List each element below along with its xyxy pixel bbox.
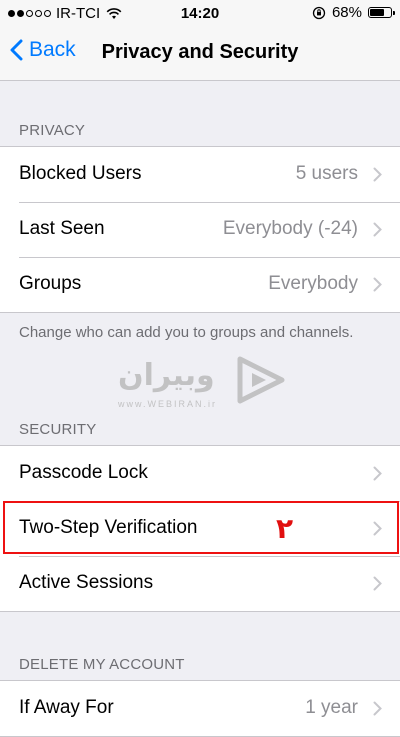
play-logo-icon (237, 356, 285, 404)
privacy-footer-note: Change who can add you to groups and cha… (19, 324, 354, 341)
row-value: 5 users (295, 163, 358, 184)
security-group: Passcode Lock Two-Step Verification Acti… (0, 445, 400, 612)
watermark: وبیران www.WEBIRAN.ir (118, 355, 294, 415)
status-bar: IR-TCI 14:20 68% (0, 0, 400, 28)
row-label: Two-Step Verification (19, 517, 198, 538)
row-label: Groups (19, 273, 82, 294)
battery-percentage: 68% (331, 4, 362, 21)
blocked-users-row[interactable]: Blocked Users 5 users (0, 147, 400, 202)
security-section-header: SECURITY (19, 421, 97, 438)
rotation-lock-icon (312, 6, 326, 19)
row-label: Blocked Users (19, 163, 142, 184)
privacy-section-header: PRIVACY (19, 122, 86, 139)
row-value: 1 year (305, 697, 358, 718)
battery-icon (368, 7, 395, 18)
delete-account-section-header: DELETE MY ACCOUNT (19, 656, 185, 673)
chevron-right-icon (373, 277, 382, 292)
chevron-right-icon (373, 701, 382, 716)
delete-account-group: If Away For 1 year (0, 680, 400, 737)
chevron-right-icon (373, 222, 382, 237)
chevron-right-icon (373, 521, 382, 536)
row-label: Active Sessions (19, 572, 154, 593)
row-label: If Away For (19, 697, 114, 718)
page-title: Privacy and Security (101, 41, 299, 63)
watermark-site: www.WEBIRAN.ir (118, 399, 218, 409)
passcode-lock-row[interactable]: Passcode Lock (0, 446, 400, 501)
chevron-right-icon (373, 576, 382, 591)
row-value: Everybody (268, 273, 358, 294)
watermark-brand: وبیران (118, 359, 215, 392)
navigation-bar: Back Privacy and Security (0, 28, 400, 81)
row-label: Passcode Lock (19, 462, 148, 483)
chevron-right-icon (373, 167, 382, 182)
two-step-verification-row[interactable]: Two-Step Verification (0, 501, 400, 556)
privacy-group: Blocked Users 5 users Last Seen Everybod… (0, 146, 400, 313)
row-label: Last Seen (19, 218, 105, 239)
step-number-annotation: ۲ (276, 513, 294, 544)
active-sessions-row[interactable]: Active Sessions (0, 556, 400, 611)
groups-row[interactable]: Groups Everybody (0, 257, 400, 312)
row-value: Everybody (-24) (222, 218, 358, 239)
last-seen-row[interactable]: Last Seen Everybody (-24) (0, 202, 400, 257)
if-away-for-row[interactable]: If Away For 1 year (0, 681, 400, 736)
chevron-right-icon (373, 466, 382, 481)
